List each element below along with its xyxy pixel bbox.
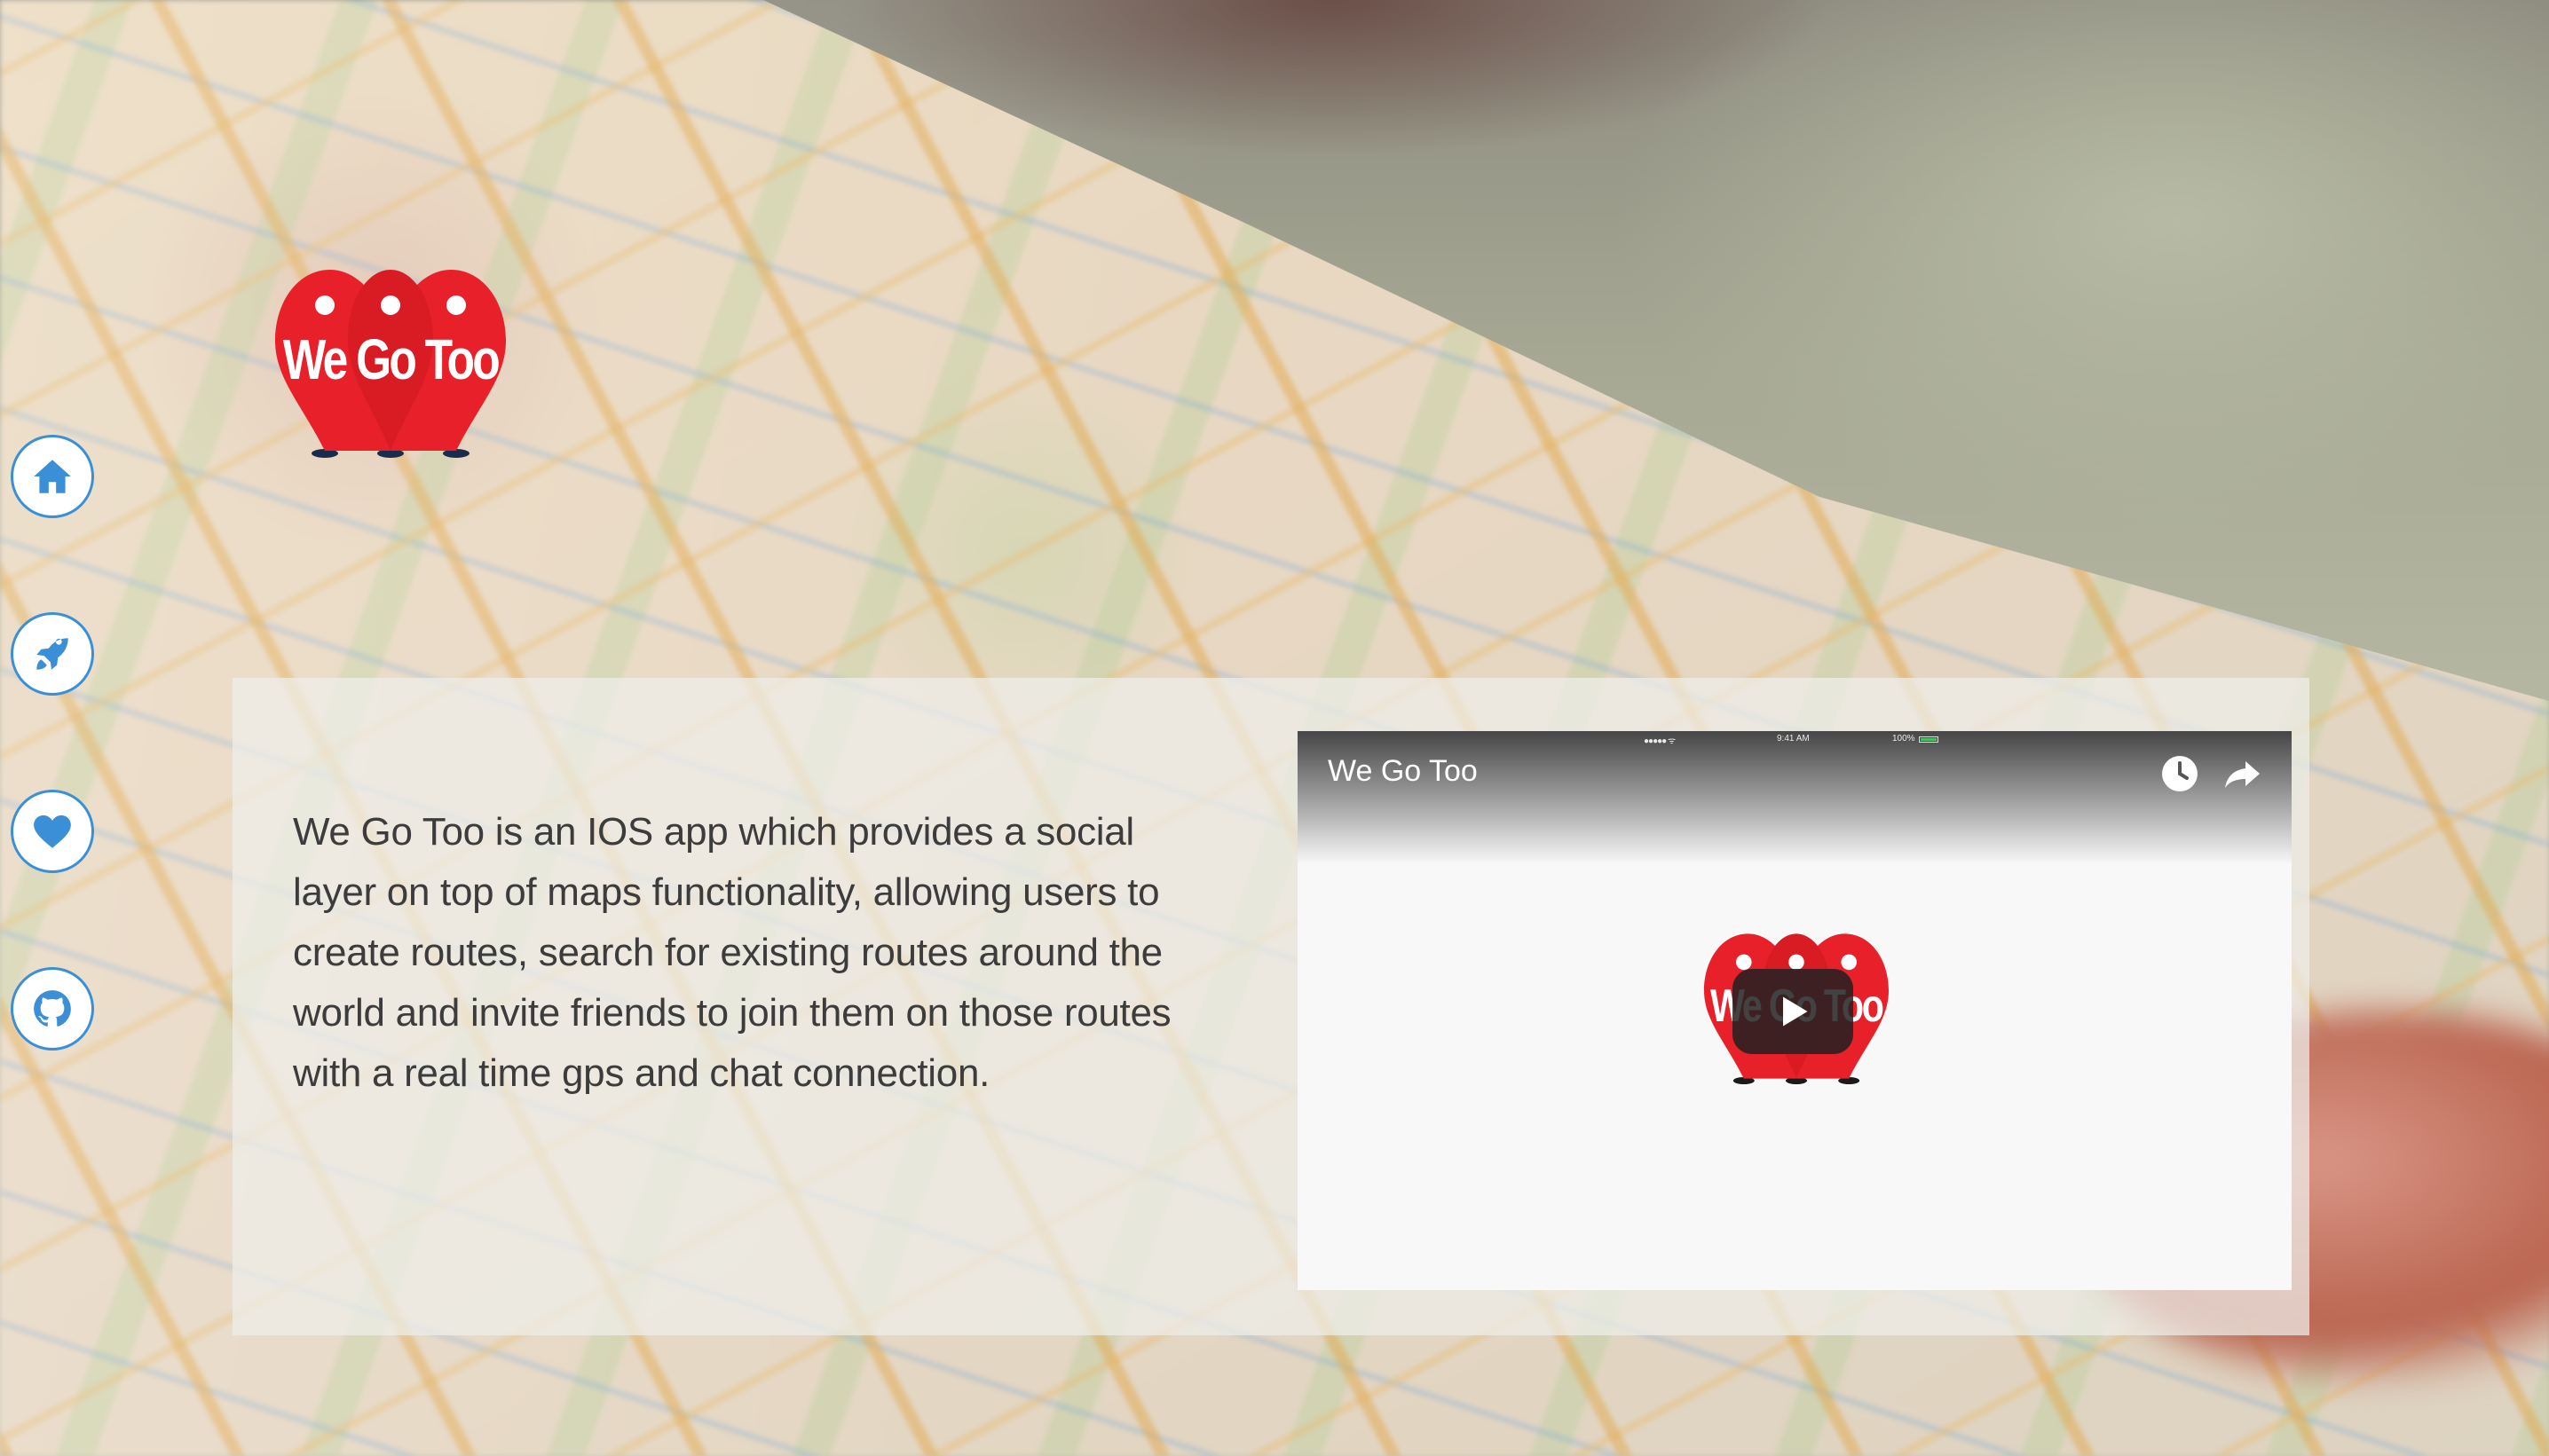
play-icon	[1783, 996, 1808, 1027]
logo-text: We Go Too	[283, 328, 500, 392]
nav-rocket-button[interactable]	[11, 612, 94, 696]
intro-panel: We Go Too is an IOS app which provides a…	[233, 678, 2309, 1335]
share-arrow-icon[interactable]	[2221, 752, 2263, 795]
video-title[interactable]: We Go Too	[1328, 754, 1478, 789]
video-status-bar: ●●●●● ᯤ 9:41 AM 100%	[1298, 731, 2292, 747]
nav-heart-button[interactable]	[11, 790, 94, 873]
status-carrier: ●●●●● ᯤ	[1644, 736, 1676, 746]
status-time: 9:41 AM	[1777, 734, 1810, 744]
rocket-icon	[36, 638, 68, 670]
video-embed[interactable]: ●●●●● ᯤ 9:41 AM 100% We Go Too We Go Too	[1298, 731, 2292, 1290]
nav-home-button[interactable]	[11, 435, 94, 518]
status-battery-text: 100%	[1892, 734, 1915, 744]
heart-icon	[34, 815, 71, 848]
clock-icon[interactable]	[2158, 752, 2201, 795]
github-icon	[34, 990, 71, 1027]
play-button[interactable]	[1732, 969, 1853, 1054]
we-go-too-pins-logo-icon: We Go Too	[275, 270, 506, 458]
video-header-overlay	[1298, 731, 2292, 864]
nav-github-button[interactable]	[11, 967, 94, 1051]
brand-logo: We Go Too	[266, 263, 515, 467]
battery-icon	[1919, 736, 1938, 743]
app-description: We Go Too is an IOS app which provides a…	[293, 810, 1172, 1095]
home-icon	[34, 460, 71, 493]
